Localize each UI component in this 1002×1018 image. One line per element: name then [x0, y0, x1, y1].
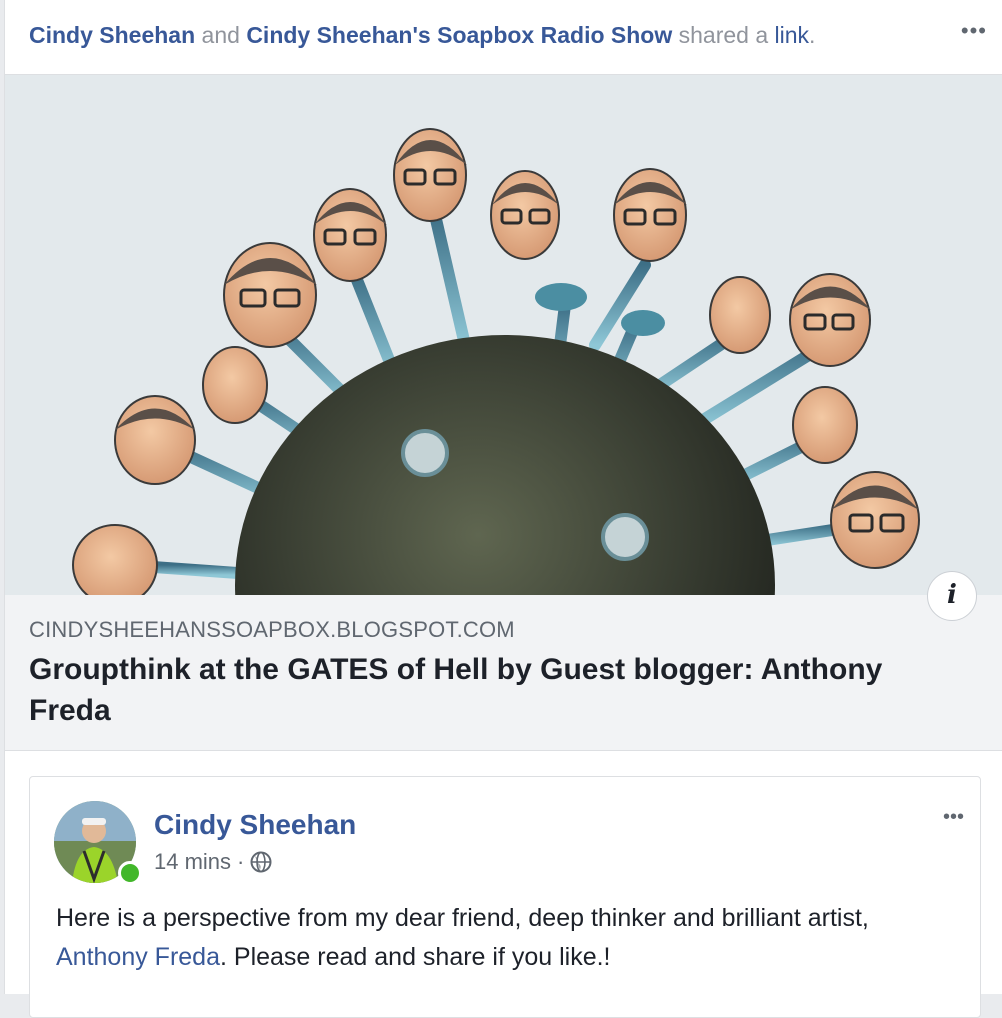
- author-link[interactable]: Cindy Sheehan: [29, 22, 195, 48]
- and-text: and: [201, 22, 240, 48]
- post-text-after: . Please read and share if you like.!: [220, 943, 611, 971]
- link-domain: CINDYSHEEHANSSOAPBOX.BLOGSPOT.COM: [29, 617, 515, 642]
- virus-illustration: [5, 75, 1002, 595]
- post-timestamp[interactable]: 14 mins: [154, 849, 231, 875]
- info-icon[interactable]: i: [927, 571, 977, 621]
- shared-text: shared a: [678, 22, 769, 48]
- mention-link[interactable]: Anthony Freda: [56, 943, 220, 971]
- share-header: Cindy Sheehan and Cindy Sheehan's Soapbo…: [5, 0, 1002, 75]
- post-more-options-icon[interactable]: •••: [943, 807, 964, 827]
- share-header-text: Cindy Sheehan and Cindy Sheehan's Soapbo…: [29, 22, 815, 49]
- post-meta: 14 mins ·: [154, 849, 272, 875]
- link-title[interactable]: Groupthink at the GATES of Hell by Guest…: [29, 649, 959, 731]
- info-icon-glyph: i: [947, 580, 957, 610]
- link-preview-image[interactable]: [5, 75, 1002, 595]
- meta-separator: ·: [237, 849, 245, 874]
- original-post: Cindy Sheehan 14 mins · ••• Here is a pe…: [29, 776, 981, 1018]
- post-body-text: Here is a perspective from my dear frien…: [56, 899, 956, 977]
- post-author[interactable]: Cindy Sheehan: [154, 809, 356, 841]
- period-text: .: [809, 22, 816, 48]
- globe-icon[interactable]: [250, 851, 272, 873]
- link-preview-info[interactable]: CINDYSHEEHANSSOAPBOX.BLOGSPOT.COM Groupt…: [5, 595, 1002, 751]
- shared-post-card: Cindy Sheehan and Cindy Sheehan's Soapbo…: [4, 0, 1002, 1018]
- page-link[interactable]: Cindy Sheehan's Soapbox Radio Show: [246, 22, 672, 48]
- post-text-before: Here is a perspective from my dear frien…: [56, 904, 869, 932]
- shared-link[interactable]: link: [775, 22, 810, 48]
- online-status-indicator: [118, 861, 142, 885]
- more-options-icon[interactable]: •••: [961, 20, 987, 42]
